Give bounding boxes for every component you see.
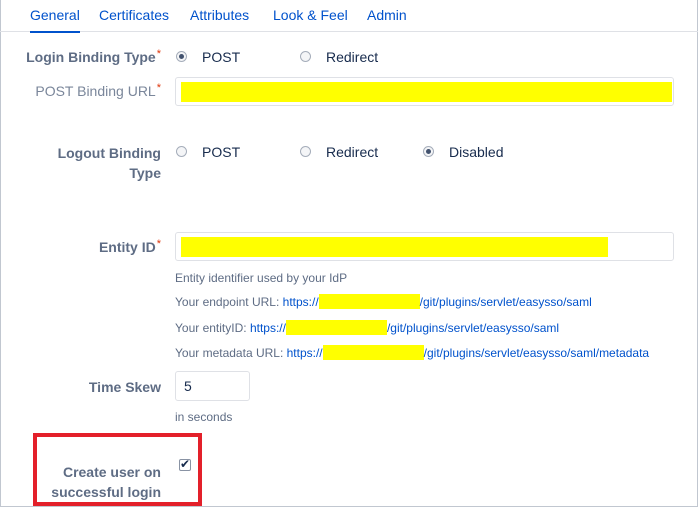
tab-bar: General Certificates Attributes Look & F… [0,0,698,33]
logout-binding-redirect-radio[interactable] [300,146,311,157]
tab-look-and-feel[interactable]: Look & Feel [273,0,348,32]
tab-admin[interactable]: Admin [367,0,407,32]
login-binding-type-label: Login Binding Type* [26,48,161,65]
redacted-url-highlight [181,82,672,102]
metadata-url-link-end: /git/plugins/servlet/easysso/saml/metada… [423,346,650,360]
endpoint-url-line: Your endpoint URL: https:// /git/plugins/… [175,294,592,310]
tab-certificates[interactable]: Certificates [99,0,169,32]
time-skew-label: Time Skew [88,379,161,395]
logout-binding-type-label: Logout Binding Type [57,145,161,181]
endpoint-url-prefix: Your endpoint URL: [175,295,283,309]
metadata-url-line: Your metadata URL: https:// /git/plugins/… [175,345,649,361]
redacted-entity-highlight [181,237,608,257]
post-binding-url-label: POST Binding URL* [35,82,161,99]
redacted-host-highlight [285,320,387,335]
highlight-box [33,433,202,506]
login-binding-post-label: POST [202,49,241,65]
entity-id-url-line: Your entityID: https:// /git/plugins/serv… [175,320,559,336]
entity-id-url-link-end: /git/plugins/servlet/easysso/saml [386,321,560,335]
logout-binding-post-label: POST [202,144,241,160]
logout-binding-disabled-radio[interactable] [423,146,434,157]
metadata-url-link[interactable]: https:// /git/plugins/servlet/easysso/sam… [286,345,650,360]
logout-binding-disabled-label: Disabled [449,144,504,160]
endpoint-url-link-end: /git/plugins/servlet/easysso/saml [419,295,592,309]
endpoint-url-link-start: https:// [282,295,319,309]
login-binding-post-radio[interactable] [176,51,187,62]
login-binding-redirect-label: Redirect [326,49,379,65]
time-skew-help: in seconds [175,410,233,424]
tab-attributes[interactable]: Attributes [190,0,249,32]
logout-binding-post-radio[interactable] [176,146,187,157]
entity-id-url-link-start: https:// [249,321,286,335]
entity-id-url-prefix: Your entityID: [175,321,250,335]
endpoint-url-link[interactable]: https:// /git/plugins/servlet/easysso/sam… [282,294,592,309]
redacted-host-highlight [318,294,420,309]
entity-id-url-link[interactable]: https:// /git/plugins/servlet/easysso/sam… [249,320,560,335]
entity-id-label: Entity ID* [98,238,161,255]
login-binding-redirect-radio[interactable] [300,51,311,62]
logout-binding-redirect-label: Redirect [326,144,379,160]
metadata-url-prefix: Your metadata URL: [175,346,287,360]
tab-general[interactable]: General [30,0,80,33]
metadata-url-link-start: https:// [286,346,323,360]
time-skew-input[interactable] [175,371,250,401]
redacted-host-highlight [322,345,424,360]
entity-id-help: Entity identifier used by your IdP [175,271,348,285]
